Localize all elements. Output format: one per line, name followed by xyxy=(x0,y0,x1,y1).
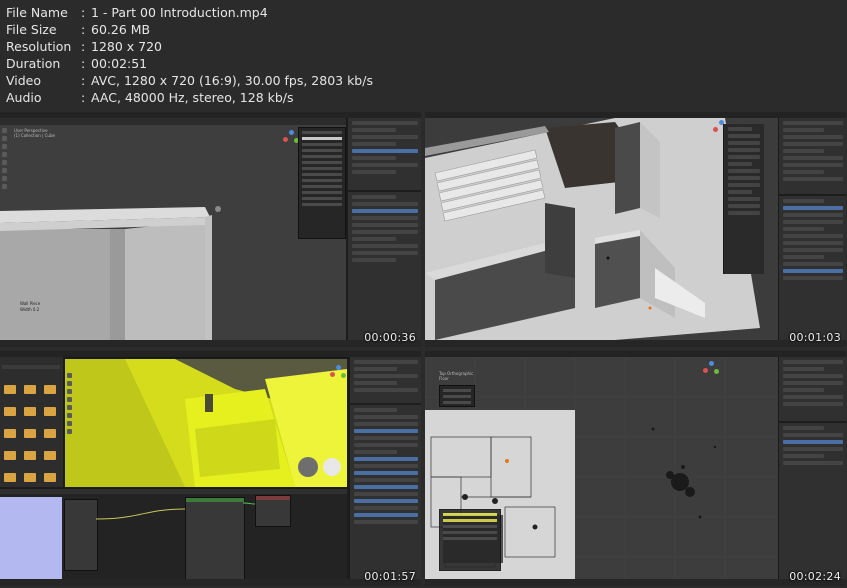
node-links xyxy=(95,502,256,520)
properties-popup[interactable] xyxy=(298,127,346,239)
thumbnail-timestamp: 00:00:36 xyxy=(364,331,416,344)
thumbnail-timestamp: 00:01:03 xyxy=(789,331,841,344)
info-value: 00:02:51 xyxy=(91,56,148,71)
info-row-file-name: File Name : 1 - Part 00 Introduction.mp4 xyxy=(6,4,373,21)
status-bar xyxy=(0,579,421,586)
info-value: AVC, 1280 x 720 (16:9), 30.00 fps, 2803 … xyxy=(91,73,373,88)
n-panel[interactable] xyxy=(723,124,764,274)
outliner-panel[interactable] xyxy=(347,118,421,190)
properties-panel[interactable] xyxy=(778,423,846,580)
info-separator: : xyxy=(81,39,86,54)
info-separator: : xyxy=(81,5,86,20)
thumbnail-1[interactable]: Wall Piece Width 0.2 User Perspective (1… xyxy=(0,112,421,347)
info-separator: : xyxy=(81,22,86,37)
info-row-file-size: File Size : 60.26 MB xyxy=(6,21,373,38)
info-key: Audio xyxy=(6,90,42,105)
asset-browser[interactable] xyxy=(0,357,63,487)
properties-panel[interactable] xyxy=(778,196,846,341)
3d-viewport[interactable] xyxy=(65,359,347,487)
status-bar xyxy=(0,340,421,347)
info-row-audio: Audio : AAC, 48000 Hz, stereo, 128 kb/s xyxy=(6,89,373,106)
status-bar xyxy=(425,579,846,586)
info-separator: : xyxy=(81,73,86,88)
info-key: Duration xyxy=(6,56,61,71)
info-key: File Name xyxy=(6,5,68,20)
toolbar xyxy=(66,373,73,437)
info-value: AAC, 48000 Hz, stereo, 128 kb/s xyxy=(91,90,294,105)
outliner-panel[interactable] xyxy=(778,118,846,194)
key-hint-popup xyxy=(439,509,501,571)
info-value: 1 - Part 00 Introduction.mp4 xyxy=(91,5,268,20)
properties-panel[interactable] xyxy=(347,192,421,342)
info-key: Resolution xyxy=(6,39,72,54)
info-row-duration: Duration : 00:02:51 xyxy=(6,55,373,72)
viewport-overlay-text: User Perspective (1) Collection | Cube xyxy=(14,128,55,138)
info-key: File Size xyxy=(6,22,57,37)
toolbar xyxy=(1,128,8,192)
outliner-panel[interactable] xyxy=(349,357,421,403)
svg-text:Wall Piece: Wall Piece xyxy=(20,301,41,306)
navigation-gizmo-icon[interactable] xyxy=(283,130,299,146)
info-value: 1280 x 720 xyxy=(91,39,163,54)
outliner-panel[interactable] xyxy=(778,357,846,421)
3d-viewport[interactable]: Wall Piece Width 0.2 xyxy=(0,125,346,341)
info-separator: : xyxy=(81,90,86,105)
thumbnail-3[interactable]: 00:01:57 xyxy=(0,351,421,586)
navigation-gizmo-icon[interactable] xyxy=(703,361,719,377)
info-value: 60.26 MB xyxy=(91,22,151,37)
thumbnail-timestamp: 00:02:24 xyxy=(789,570,841,583)
info-key: Video xyxy=(6,73,42,88)
shader-editor[interactable] xyxy=(0,489,347,581)
info-row-video: Video : AVC, 1280 x 720 (16:9), 30.00 fp… xyxy=(6,72,373,89)
thumbnail-timestamp: 00:01:57 xyxy=(364,570,416,583)
info-separator: : xyxy=(81,56,86,71)
file-info: File Name : 1 - Part 00 Introduction.mp4… xyxy=(6,4,373,106)
navigation-gizmo-icon[interactable] xyxy=(330,365,346,381)
svg-text:Width 0.2: Width 0.2 xyxy=(20,307,40,312)
status-bar xyxy=(425,340,846,347)
viewport-overlay-text: Top Orthographic Floor xyxy=(439,371,474,381)
thumbnail-2[interactable]: 00:01:03 xyxy=(425,112,846,347)
viewport-header xyxy=(0,118,346,125)
stats-overlay xyxy=(439,385,475,407)
info-row-resolution: Resolution : 1280 x 720 xyxy=(6,38,373,55)
properties-panel[interactable] xyxy=(349,405,421,580)
thumbnail-4[interactable]: Top Orthographic Floor 00:02:24 xyxy=(425,351,846,586)
